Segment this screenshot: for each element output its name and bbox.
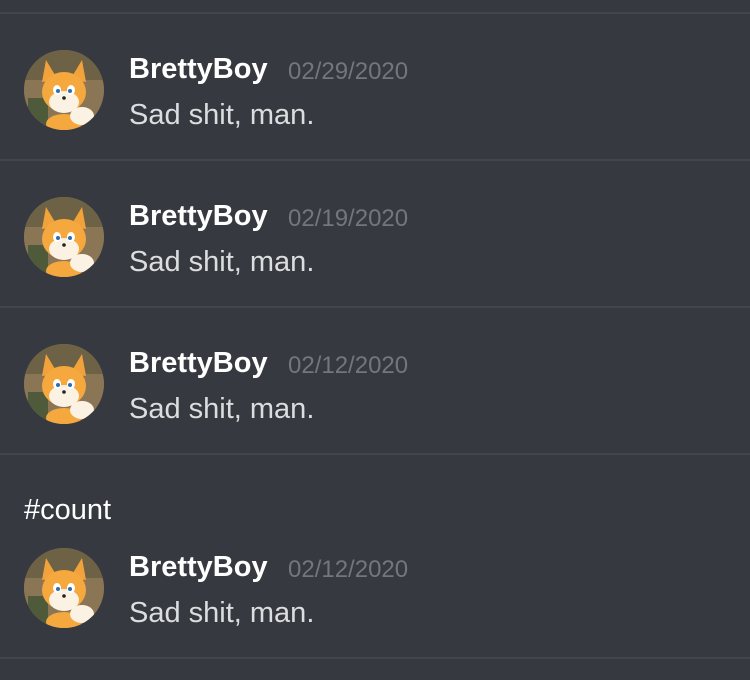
message-divider xyxy=(0,453,750,455)
count-command-text: #count xyxy=(24,494,112,526)
message-item[interactable]: BrettyBoy 02/12/2020 Sad shit, man. xyxy=(0,548,750,638)
user-avatar-icon[interactable] xyxy=(24,548,104,628)
message-timestamp: 02/19/2020 xyxy=(288,205,409,232)
message-timestamp: 02/12/2020 xyxy=(288,352,409,379)
message-content: Sad shit, man. xyxy=(129,99,315,131)
message-content: Sad shit, man. xyxy=(129,246,315,278)
top-divider xyxy=(0,12,750,14)
message-divider xyxy=(0,306,750,308)
user-avatar-icon[interactable] xyxy=(24,50,104,130)
username[interactable]: BrettyBoy xyxy=(129,199,268,233)
username[interactable]: BrettyBoy xyxy=(129,550,268,584)
message-timestamp: 02/29/2020 xyxy=(288,58,409,85)
message-item[interactable]: BrettyBoy 02/12/2020 Sad shit, man. xyxy=(0,344,750,434)
message-timestamp: 02/12/2020 xyxy=(288,556,409,583)
message-item[interactable]: BrettyBoy 02/29/2020 Sad shit, man. xyxy=(0,50,750,140)
message-item[interactable]: BrettyBoy 02/19/2020 Sad shit, man. xyxy=(0,197,750,287)
username[interactable]: BrettyBoy xyxy=(129,52,268,86)
message-content: Sad shit, man. xyxy=(129,393,315,425)
bottom-divider xyxy=(0,657,750,659)
user-avatar-icon[interactable] xyxy=(24,344,104,424)
username[interactable]: BrettyBoy xyxy=(129,346,268,380)
message-divider xyxy=(0,159,750,161)
message-content: Sad shit, man. xyxy=(129,597,315,629)
user-avatar-icon[interactable] xyxy=(24,197,104,277)
